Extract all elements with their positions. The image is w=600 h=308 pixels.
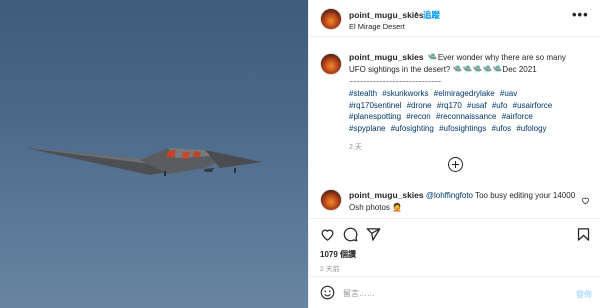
comment-like-heart-icon[interactable] — [581, 196, 590, 205]
location-link[interactable]: El Mirage Desert — [349, 22, 405, 31]
hashtag-link[interactable]: #reconnaissance — [436, 112, 496, 121]
hashtag-link[interactable]: #drone — [407, 101, 432, 110]
load-more-comments-icon[interactable] — [448, 157, 463, 172]
comment-mention[interactable]: @lohffingfoto — [426, 191, 473, 200]
hashtag-link[interactable]: #skunkworks — [382, 89, 428, 98]
caption-username[interactable]: point_mugu_skies — [349, 52, 424, 62]
hashtags: #stealth #skunkworks #elmiragedrylake #u… — [349, 88, 574, 134]
hashtag-link[interactable]: #ufosightings — [439, 124, 486, 133]
avatar[interactable] — [320, 189, 342, 211]
heart-icon[interactable] — [320, 227, 335, 242]
hashtag-link[interactable]: #planespotting — [349, 112, 401, 121]
add-comment-bar: 發佈 — [309, 276, 600, 308]
comment-body: point_mugu_skies @lohffingfoto Too busy … — [349, 190, 579, 213]
comment-username[interactable]: point_mugu_skies — [349, 190, 424, 200]
more-options-icon[interactable]: ••• — [572, 7, 589, 22]
post-comment-button[interactable]: 發佈 — [576, 289, 592, 300]
hashtag-link[interactable]: #stealth — [349, 89, 377, 98]
caption-separator: ........................................… — [349, 77, 442, 84]
username-link[interactable]: point_mugu_skies — [349, 10, 424, 20]
hashtag-link[interactable]: #recon — [406, 112, 430, 121]
drone-aircraft-image — [26, 148, 262, 176]
hashtag-link[interactable]: #airforce — [502, 112, 533, 121]
post-photo[interactable] — [0, 0, 308, 308]
paper-plane-icon[interactable] — [366, 227, 381, 242]
follow-button[interactable]: 追蹤 — [423, 9, 440, 21]
smiley-icon[interactable] — [320, 285, 335, 300]
hashtag-link[interactable]: #ufosighting — [391, 124, 434, 133]
hashtag-link[interactable]: #spyplane — [349, 124, 385, 133]
avatar[interactable] — [320, 53, 342, 75]
like-count[interactable]: 1079 個讚 — [320, 249, 356, 260]
bookmark-icon[interactable] — [576, 227, 591, 242]
hashtag-link[interactable]: #uav — [500, 89, 517, 98]
hashtag-link[interactable]: #ufos — [492, 124, 512, 133]
hashtag-link[interactable]: #usaf — [467, 101, 487, 110]
hashtag-link[interactable]: #rq170sentinel — [349, 101, 401, 110]
comment-bubble-icon[interactable] — [343, 227, 358, 242]
hashtag-link[interactable]: #usairforce — [513, 101, 553, 110]
post-time[interactable]: 2 天前 — [320, 263, 340, 273]
caption-time: 2 天 — [349, 144, 362, 151]
hashtag-link[interactable]: #rq170 — [437, 101, 462, 110]
post-header: point_mugu_skies • 追蹤 El Mirage Desert •… — [309, 0, 600, 37]
hashtag-link[interactable]: #ufo — [492, 101, 508, 110]
comment-input[interactable] — [343, 286, 543, 300]
separator-dot: • — [415, 9, 418, 18]
hashtag-link[interactable]: #ufology — [516, 124, 546, 133]
hashtag-link[interactable]: #elmiragedrylake — [434, 89, 495, 98]
avatar[interactable] — [320, 8, 342, 30]
post-side-panel: point_mugu_skies • 追蹤 El Mirage Desert •… — [308, 0, 600, 308]
caption-body: point_mugu_skies 🛸Ever wonder why there … — [349, 52, 574, 154]
